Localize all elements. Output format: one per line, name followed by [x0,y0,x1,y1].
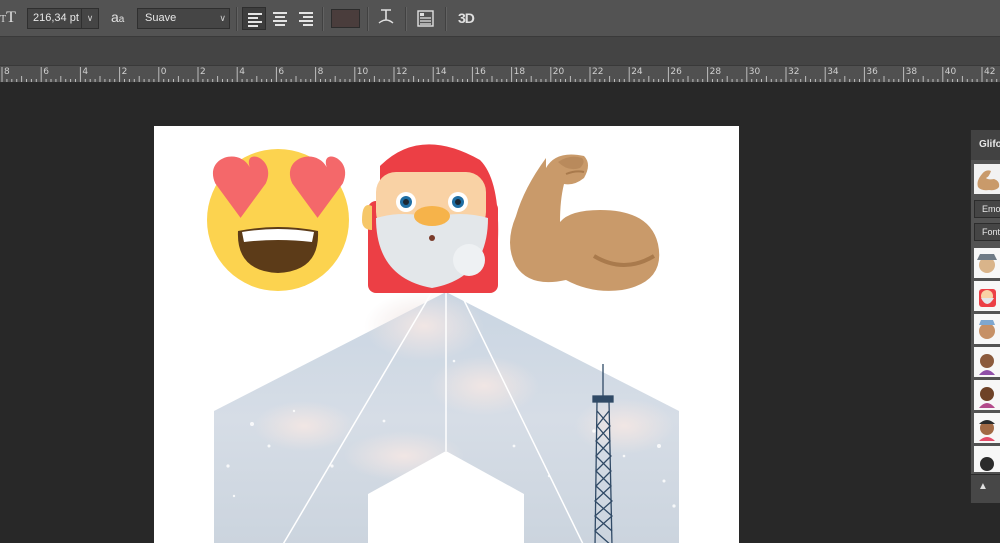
divider [322,7,324,31]
ruler-ticks [1,67,998,82]
anti-alias-icon: aa [111,9,125,25]
ruler-label: 8 [4,67,10,77]
glyph-woman-raising-hand-icon[interactable] [974,347,1000,379]
glyph-woman-tipping-hand-icon[interactable] [974,380,1000,412]
align-center-button[interactable] [268,7,292,30]
document-tab-strip [0,37,1000,66]
santa-emoji [362,144,499,293]
font-size-field[interactable]: 216,34 pt ∨ [27,8,99,29]
ruler-label: 18 [513,67,526,77]
anti-alias-select[interactable]: Suave ∨ [137,8,230,29]
ruler-label: 24 [631,67,643,77]
glyphs-panel[interactable]: Glifos Emoji Fonte ▲ [970,130,1000,503]
glyph-woman-icon[interactable] [974,413,1000,445]
ruler-label: 8 [317,67,324,77]
text-color-swatch[interactable] [331,9,360,28]
ruler-label: 0 [160,67,167,77]
options-bar: TT 216,34 pt ∨ aa Suave ∨ 3D [0,0,1000,37]
ruler-label: 4 [239,67,245,77]
ruler-label: 6 [278,67,285,77]
ruler-label: 16 [474,67,486,77]
ruler-label: 20 [552,67,565,77]
ruler-label: 6 [43,67,49,77]
ruler-label: 36 [866,67,878,77]
ruler-label: 42 [984,67,996,77]
sky-hexagon [214,291,679,543]
divider [445,7,447,31]
document-canvas[interactable] [154,126,739,543]
ruler-label: 10 [356,67,369,77]
artwork [207,144,679,543]
font-family-select[interactable]: Emoji [974,200,1000,218]
ruler-label: 32 [788,67,800,77]
glyph-detective-icon[interactable] [974,248,1000,280]
divider [405,7,407,31]
glyph-person-icon[interactable] [974,446,1000,474]
ruler-label: 14 [435,67,447,77]
recent-glyph-muscle[interactable] [974,164,1000,194]
chevron-down-icon[interactable]: ∨ [81,9,98,28]
ruler-label: 22 [592,67,604,77]
align-left-button[interactable] [242,7,266,30]
heart-eyes-emoji [207,149,349,291]
character-panel-icon[interactable] [417,10,434,27]
glyph-police-officer-icon[interactable] [974,314,1000,346]
glyphs-panel-title[interactable]: Glifos [971,130,1000,160]
divider [367,7,369,31]
horizontal-ruler[interactable]: 8 6 4 2 0 2 4 6 8 10 12 14 16 18 20 22 24 26 28 30 32 34 36 38 4… [0,66,1000,83]
ruler-label: 34 [827,67,839,77]
ruler-label: 40 [944,67,957,77]
ruler-label: 12 [396,67,408,77]
ruler-label: 2 [200,67,206,77]
ruler-label: 28 [709,67,722,77]
align-right-button[interactable] [294,7,318,30]
warp-text-icon[interactable] [377,7,395,32]
ruler-label: 30 [748,67,761,77]
font-size-value: 216,34 pt [33,12,79,24]
ruler-label: 4 [82,67,89,77]
font-style-select[interactable]: Fonte [974,223,1000,241]
flexed-bicep-emoji [510,154,660,291]
divider [236,7,238,31]
chevron-down-icon: ∨ [219,13,226,23]
3d-button[interactable]: 3D [458,10,475,26]
anti-alias-value: Suave [145,12,177,24]
glyphs-panel-footer: ▲ [971,474,1000,503]
font-size-icon: TT [0,9,16,26]
glyph-santa-icon[interactable] [974,281,1000,313]
ruler-label: 38 [905,67,918,77]
ruler-label: 26 [670,67,682,77]
collapse-icon[interactable]: ▲ [978,481,988,492]
ruler-label: 2 [121,67,128,77]
